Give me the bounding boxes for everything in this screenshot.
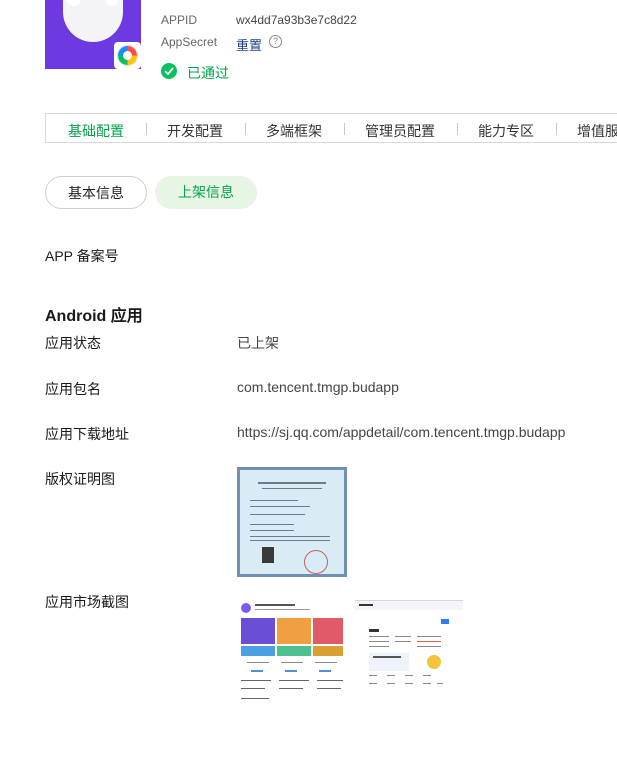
tab-basic-config[interactable]: 基础配置 [68,121,124,141]
tab-divider [146,123,147,135]
shot-illustration [427,655,441,669]
shot-banner [277,646,311,656]
cert-text-line [250,530,294,531]
appid-value: wx4dd7a93b3e7c8d22 [236,13,357,27]
download-url-value[interactable]: https://sj.qq.com/appdetail/com.tencent.… [237,424,565,440]
shot-button [285,670,297,672]
shot-banner [241,618,275,644]
shot-text [369,636,389,637]
cert-seal-stamp [304,550,328,574]
app-status-label: 应用状态 [45,335,101,351]
shot-button [441,619,449,624]
android-section-title: Android 应用 [45,308,143,325]
shot-avatar [241,603,251,613]
shot-text [405,675,413,676]
shot-text [369,683,377,684]
tab-divider [344,123,345,135]
cert-qr-code [262,547,274,563]
shot-text [359,604,373,606]
shot-text [395,641,411,642]
check-circle-icon [161,63,177,79]
tab-value-added[interactable]: 增值服 [577,121,617,141]
download-url-label: 应用下载地址 [45,426,129,442]
shot-button [251,670,263,672]
app-icon-mascot [63,0,123,42]
tab-divider [556,123,557,135]
package-name-label: 应用包名 [45,381,101,397]
appid-label: APPID [161,13,198,27]
package-name-value: com.tencent.tmgp.budapp [237,379,399,395]
shot-text [317,680,343,681]
cert-text-line [250,506,310,507]
shot-text [387,675,395,676]
cert-text-line [250,536,330,537]
shot-banner [277,618,311,644]
shot-banner [313,646,343,656]
market-screenshots-label: 应用市场截图 [45,594,129,610]
cert-text-line [250,500,298,501]
shot-text [281,662,303,663]
app-status-value: 已上架 [237,335,279,351]
cert-text-line [258,482,326,484]
shot-text [279,688,303,689]
shot-text [423,683,431,684]
subtab-listing-info[interactable]: 上架信息 [155,176,257,209]
review-status-text: 已通过 [187,65,229,81]
shot-text [255,609,310,610]
shot-text [255,604,295,606]
config-tab-bar: 基础配置 开发配置 多端框架 管理员配置 能力专区 增值服 [45,113,617,143]
shot-text [279,680,309,681]
shot-text [247,662,269,663]
subtab-basic-info[interactable]: 基本信息 [45,176,147,209]
tab-multi-framework[interactable]: 多端框架 [266,121,322,141]
shot-text [369,641,389,642]
shot-text [373,656,401,658]
shot-banner [313,618,343,644]
shot-button [319,670,331,672]
copyright-proof-label: 版权证明图 [45,471,115,487]
copyright-certificate-image[interactable] [237,467,347,577]
cert-text-line [262,488,322,489]
shot-text [423,675,431,676]
shot-text [417,636,441,637]
market-screenshot-1[interactable] [239,600,345,705]
shot-text [437,683,443,684]
shot-text [317,688,341,689]
question-circle-icon[interactable]: ? [269,35,282,48]
shot-text [387,683,395,684]
cert-text-line [250,514,305,515]
reset-secret-link[interactable]: 重置 [236,35,262,54]
shot-text [417,646,441,647]
appsecret-label: AppSecret [161,35,218,49]
cert-text-line [250,524,294,525]
market-screenshot-2[interactable] [355,600,463,701]
tab-admin-config[interactable]: 管理员配置 [365,121,435,141]
shot-text [405,683,413,684]
tab-divider [457,123,458,135]
filing-number-label: APP 备案号 [45,248,119,264]
shot-text [369,675,377,676]
shot-text [241,680,271,681]
tab-divider [245,123,246,135]
shot-text [241,688,265,689]
shot-text [369,629,379,632]
shot-text [395,636,411,637]
tab-dev-config[interactable]: 开发配置 [167,121,223,141]
cert-text-line [250,540,330,541]
shot-text [241,698,269,699]
shot-text [417,641,441,642]
shot-text [315,662,337,663]
shot-text [369,646,389,647]
mini-program-icon [114,42,141,69]
shot-banner [241,646,275,656]
tab-capabilities[interactable]: 能力专区 [478,121,534,141]
